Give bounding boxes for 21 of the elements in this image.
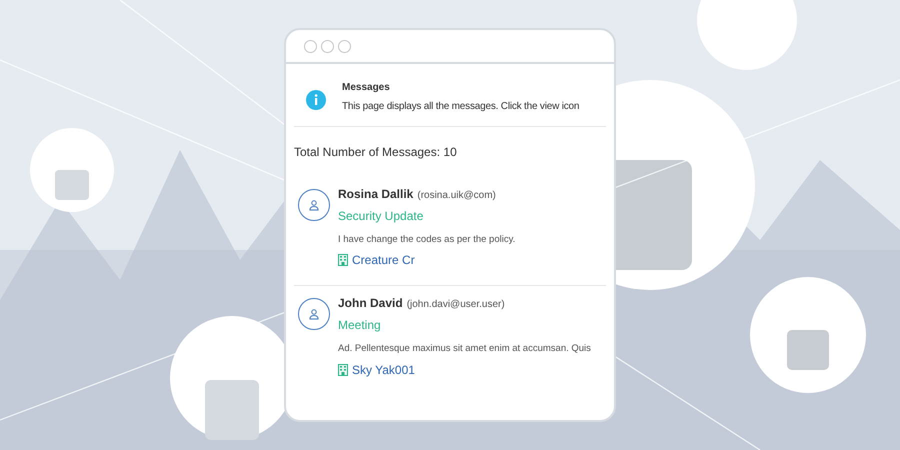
info-icon xyxy=(306,90,326,110)
avatar-icon xyxy=(298,298,330,330)
message-text: I have change the codes as per the policy. xyxy=(338,233,516,247)
info-title: Messages xyxy=(342,81,391,95)
window-control-icon xyxy=(321,40,334,52)
building-icon xyxy=(338,364,348,376)
sender-email: (john.davi@user.user) xyxy=(406,298,505,312)
window-control-icon xyxy=(304,40,317,52)
message-count: Total Number of Messages: 10 xyxy=(294,144,458,161)
avatar-icon xyxy=(298,189,330,221)
company-link[interactable]: Creature Cr xyxy=(352,251,415,270)
sender-email: (rosina.uik@com) xyxy=(417,189,496,203)
window-control-icon xyxy=(338,40,351,52)
info-text: This page displays all the messages. Click the view icon xyxy=(342,100,580,114)
company-link[interactable]: Sky Yak001 xyxy=(352,360,415,378)
message-subject: Security Update xyxy=(338,208,424,225)
sender-name: John David xyxy=(338,295,403,312)
message-subject: Meeting xyxy=(338,317,382,334)
sender-name: Rosina Dallik xyxy=(338,186,414,203)
building-icon xyxy=(338,254,348,266)
message-text: Ad. Pellentesque maximus sit amet enim at accumsan. Quis xyxy=(338,342,591,356)
